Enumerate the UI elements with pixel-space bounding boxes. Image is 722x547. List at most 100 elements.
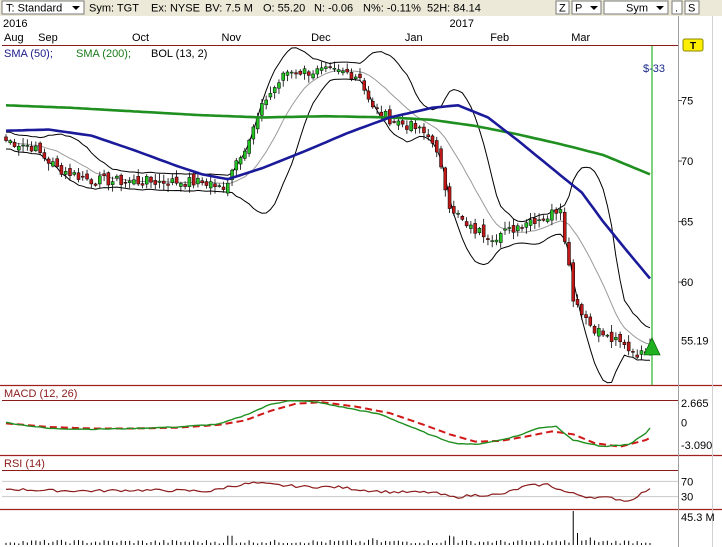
candle-body (601, 330, 605, 336)
candle-body (51, 161, 55, 167)
candle (196, 173, 200, 188)
candle (268, 86, 273, 101)
candle-body (102, 173, 106, 176)
candle-body (149, 176, 153, 183)
candle (285, 69, 290, 82)
candle (76, 168, 81, 183)
candle-body (127, 180, 132, 183)
candle (59, 162, 64, 177)
candle (281, 71, 285, 87)
candle-body (481, 224, 486, 238)
candle (336, 64, 341, 75)
price-tick-label: 65 (681, 217, 693, 229)
candle-body (157, 180, 162, 183)
svg-text:T: T (690, 41, 696, 52)
dot-button[interactable]: . (671, 0, 683, 15)
candle (110, 176, 115, 192)
candle-body (324, 66, 328, 69)
svg-text:Z: Z (559, 3, 566, 15)
candle-body (452, 206, 456, 214)
price-tick-label: 60 (681, 277, 693, 289)
candle-body (98, 175, 102, 185)
candle (622, 339, 627, 349)
candle-body (379, 111, 384, 117)
candle (614, 332, 618, 346)
month-label: Jan (405, 32, 423, 44)
candle (294, 69, 298, 79)
sym-dropdown[interactable]: Sym (603, 0, 669, 15)
candle (315, 65, 320, 79)
candle (204, 178, 209, 189)
candle (584, 310, 588, 325)
candle (405, 120, 409, 134)
candle (396, 118, 401, 130)
candle-body (119, 174, 123, 185)
candle (417, 125, 422, 134)
candle-body (196, 177, 200, 185)
candle-body (639, 350, 644, 355)
candle-body (140, 183, 145, 186)
template-dropdown[interactable]: T: Standard (1, 0, 85, 15)
buy-signal-triangle-icon[interactable] (643, 336, 661, 356)
candle-body (4, 136, 8, 141)
candle-body (528, 219, 533, 226)
bollinger-legend: BOL (13, 2) (151, 48, 207, 60)
candle (601, 328, 605, 338)
candle-body (55, 158, 59, 167)
candle-body (93, 183, 98, 186)
candle-body (260, 103, 264, 116)
candle (460, 214, 465, 222)
candle (251, 124, 256, 145)
macd-panel: 2.665 0 -3.090 (2, 398, 712, 452)
stock-chart: T: Standard Sym: TGT Ex: NYSE BV: 7.5 M … (0, 0, 722, 547)
candle-body (520, 227, 524, 229)
svg-text:.: . (675, 3, 678, 15)
candle (238, 155, 243, 170)
candle (153, 174, 158, 190)
open-label: O: 55.20 (263, 3, 305, 15)
candle (588, 313, 593, 328)
candle-body (8, 140, 13, 144)
s-button[interactable]: S (684, 0, 700, 15)
candle-body (562, 211, 567, 242)
z-button[interactable]: Z (555, 0, 570, 15)
candle (136, 169, 140, 186)
candle (528, 213, 533, 232)
candle-body (319, 67, 324, 71)
candle (533, 212, 537, 230)
macd-tick-label: -3.090 (681, 440, 712, 452)
symbol-label[interactable]: Sym: TGT (89, 3, 139, 15)
candle-body (494, 239, 499, 243)
candle-body (498, 233, 503, 243)
candle (447, 182, 452, 214)
rsi-tick-label: 70 (681, 476, 693, 488)
candle (324, 62, 328, 73)
candle (477, 226, 482, 236)
candle-body (110, 181, 115, 185)
candle (511, 218, 516, 240)
candle (319, 61, 324, 75)
candle-body (626, 341, 631, 352)
candle (25, 139, 30, 151)
candle-body (541, 218, 546, 221)
candle-body (294, 72, 298, 75)
candle-body (417, 126, 422, 129)
candle (174, 170, 179, 186)
candle-body (550, 209, 554, 221)
signal-badge[interactable]: T (682, 38, 704, 52)
month-label: Sep (38, 32, 58, 44)
candle-body (170, 178, 175, 183)
candle (217, 183, 221, 188)
candle (4, 134, 8, 143)
candle-body (213, 183, 217, 187)
candle-body (366, 90, 371, 100)
svg-text:Sym: Sym (626, 3, 648, 15)
candle-body (405, 125, 409, 130)
candle (520, 224, 524, 232)
candle-body (234, 160, 239, 171)
candle (21, 137, 25, 152)
p-dropdown[interactable]: P (571, 0, 602, 15)
svg-text:S: S (688, 3, 695, 15)
candle-body (243, 150, 247, 159)
candle-body (537, 219, 541, 221)
